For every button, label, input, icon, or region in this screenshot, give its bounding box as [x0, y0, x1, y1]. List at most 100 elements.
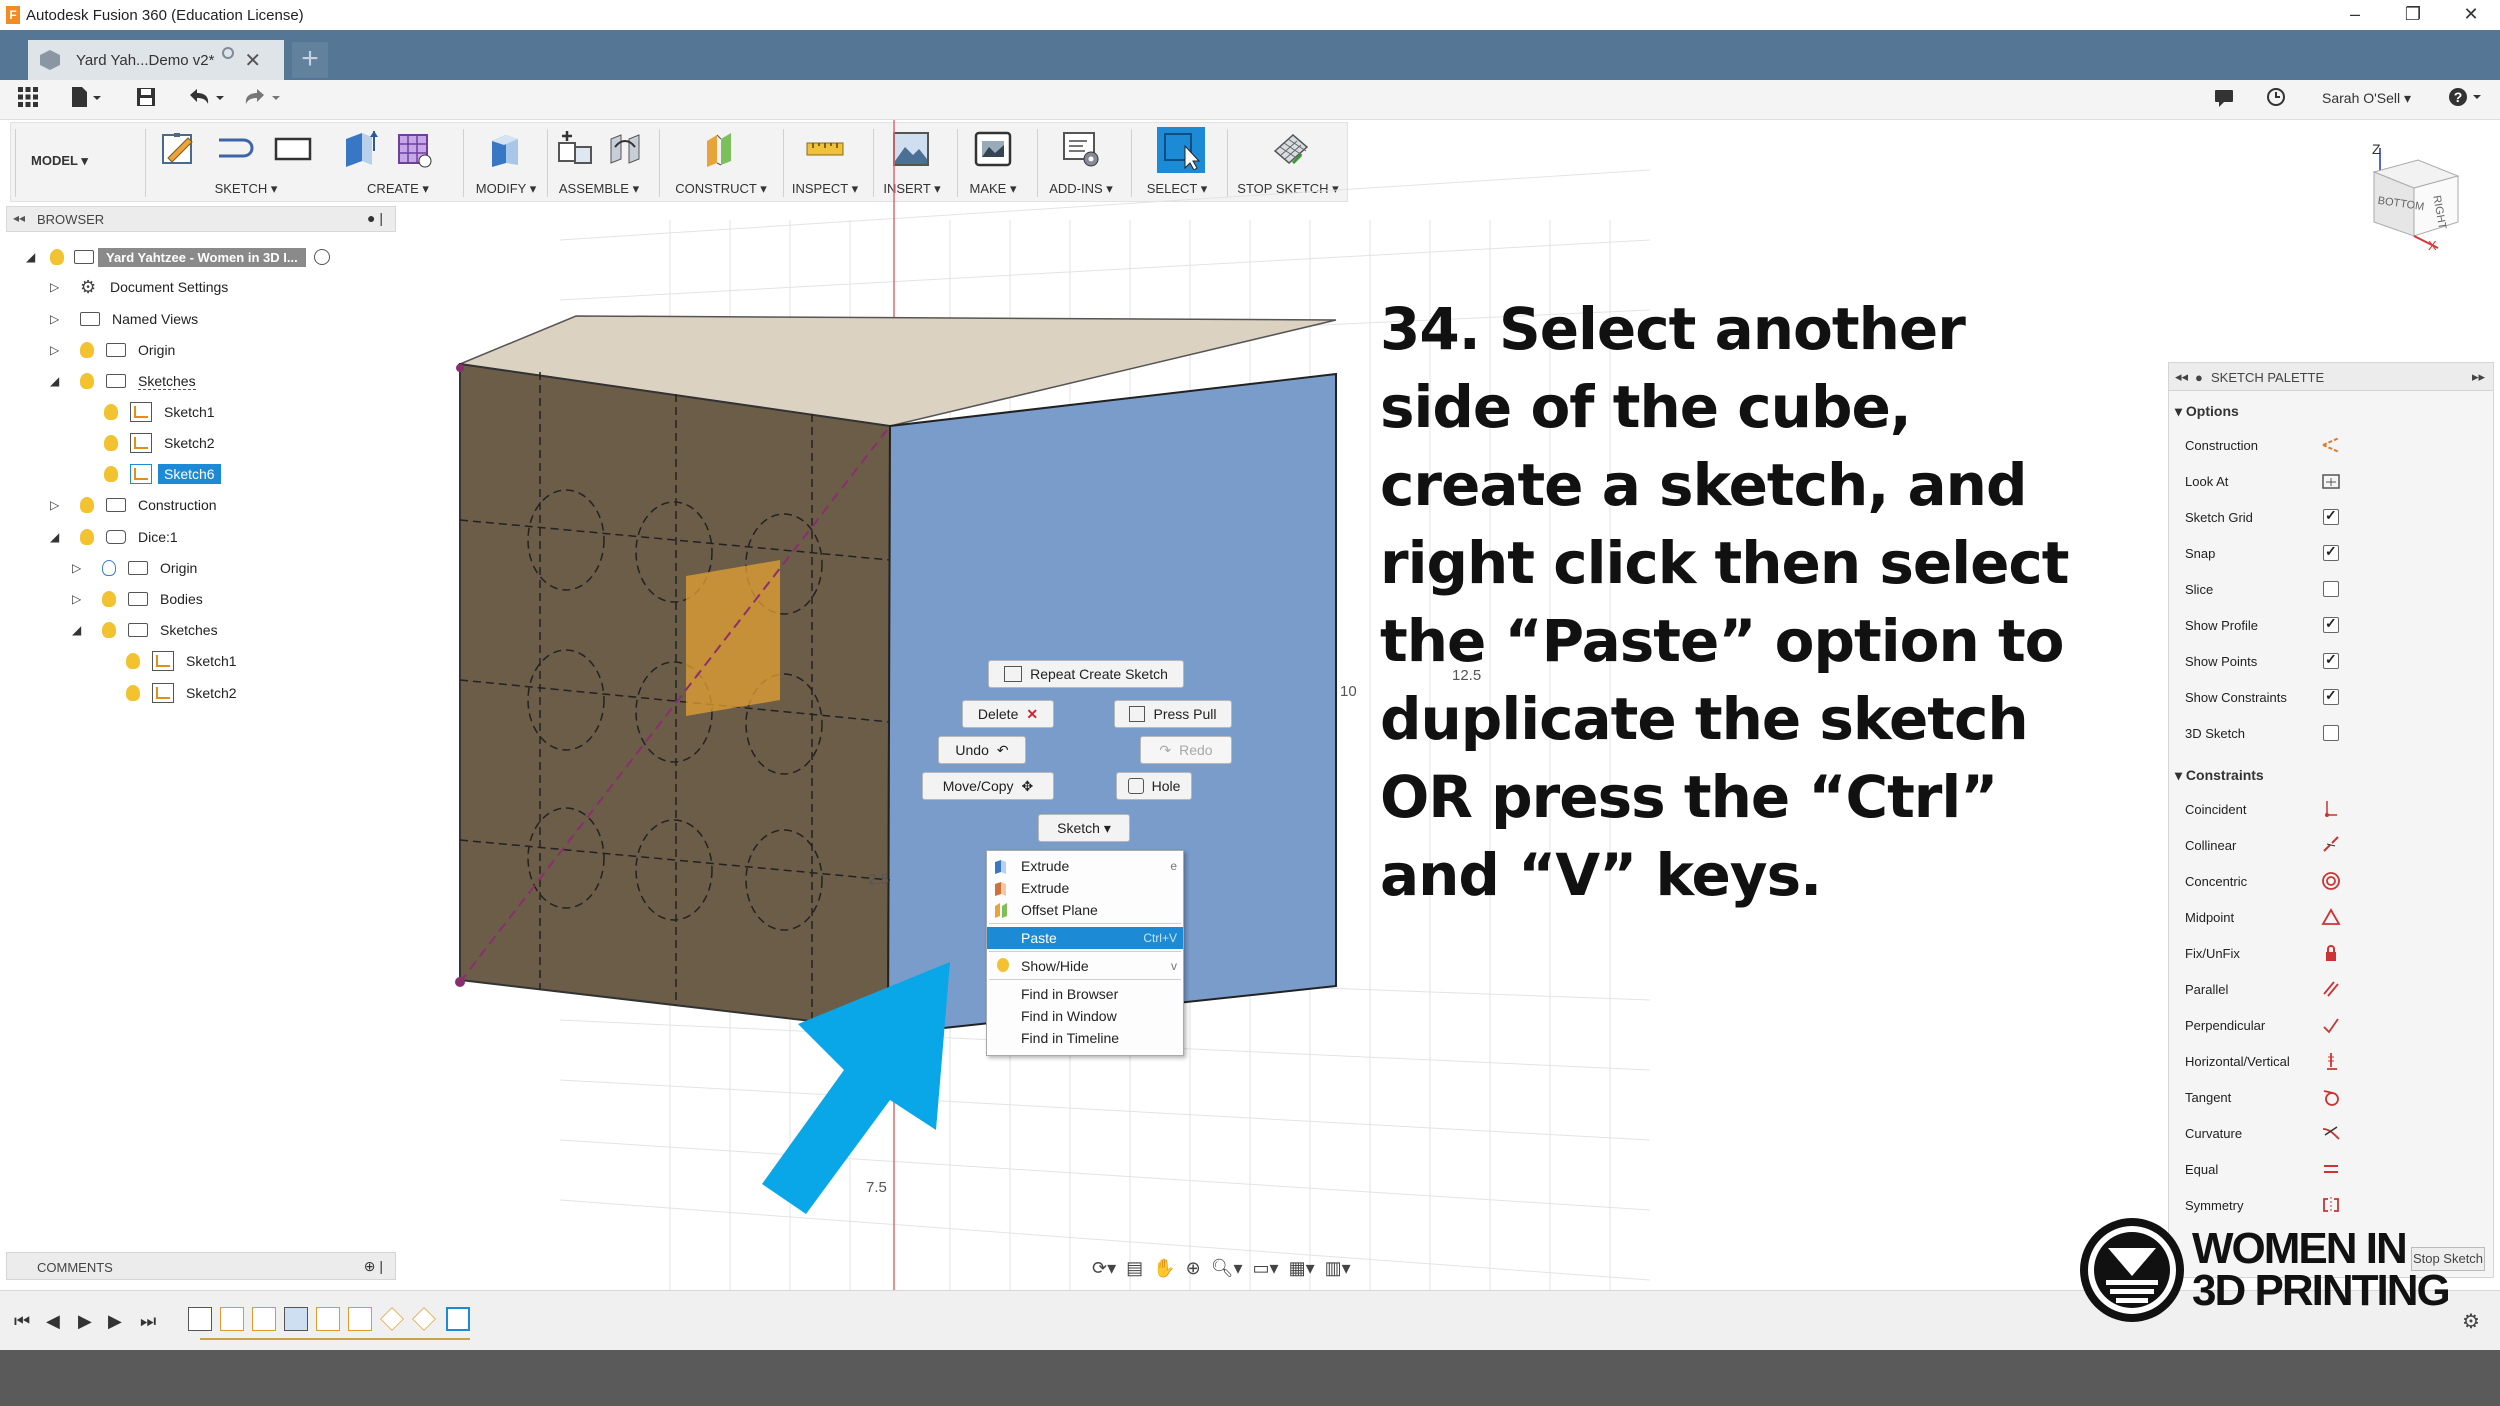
tree-root-document[interactable]: ◢ Yard Yahtzee - Women in 3D I... — [26, 244, 330, 270]
show-constraints-checkbox[interactable] — [2323, 687, 2339, 705]
redo-icon[interactable] — [240, 86, 284, 114]
file-menu-icon[interactable] — [66, 86, 106, 114]
stop-sketch-group-label[interactable]: STOP SKETCH ▾ — [1227, 181, 1349, 197]
snap-checkbox[interactable] — [2323, 543, 2339, 561]
menu-item-extrude[interactable]: Extrude e — [987, 855, 1183, 877]
offset-plane-icon[interactable] — [701, 129, 741, 169]
collapse-triangle-icon[interactable]: ▾ — [2175, 767, 2182, 783]
new-component-icon[interactable] — [555, 129, 595, 169]
notification-icon[interactable] — [2210, 86, 2238, 114]
visibility-bulb-icon[interactable] — [104, 404, 118, 420]
line-tool-icon[interactable] — [215, 129, 255, 169]
sketch-palette-header[interactable]: ◂◂ ● SKETCH PALETTE ▸▸ — [2169, 363, 2493, 391]
insert-group[interactable]: INSERT ▾ — [873, 123, 951, 203]
modify-group-label[interactable]: MODIFY ▾ — [463, 181, 549, 197]
visibility-bulb-icon[interactable] — [80, 497, 94, 513]
data-panel-grid-icon[interactable] — [14, 86, 42, 114]
tree-dice-sketch2[interactable]: Sketch2 — [110, 680, 237, 706]
tree-construction[interactable]: ▷ Construction — [50, 492, 217, 518]
look-at-nav-icon[interactable]: ▤ — [1126, 1258, 1143, 1279]
timeline-feature-plane[interactable] — [412, 1307, 436, 1331]
step-back-icon[interactable]: ◀ — [46, 1311, 60, 1332]
redo-button[interactable]: ↷ Redo — [1140, 736, 1232, 764]
assemble-group[interactable]: ASSEMBLE ▾ — [547, 123, 651, 203]
visibility-bulb-icon[interactable] — [80, 529, 94, 545]
constraint-parallel[interactable]: Parallel — [2169, 971, 2493, 1007]
visibility-bulb-icon[interactable] — [102, 591, 116, 607]
constraint-collinear[interactable]: Collinear — [2169, 827, 2493, 863]
add-comment-icon[interactable]: ⊕ | — [364, 1258, 383, 1275]
constraint-curvature[interactable]: Curvature — [2169, 1115, 2493, 1151]
repeat-create-sketch-button[interactable]: Repeat Create Sketch — [988, 660, 1184, 688]
modify-group[interactable]: MODIFY ▾ — [463, 123, 549, 203]
inspect-group-label[interactable]: INSPECT ▾ — [783, 181, 867, 197]
play-icon[interactable]: ▶ — [78, 1311, 92, 1332]
select-icon[interactable] — [1157, 127, 1205, 173]
show-profile-checkbox[interactable] — [2323, 615, 2339, 633]
viewports-icon[interactable]: ▥▾ — [1325, 1258, 1351, 1279]
move-copy-button[interactable]: Move/Copy ✥ — [922, 772, 1054, 800]
construct-group-label[interactable]: CONSTRUCT ▾ — [659, 181, 783, 197]
menu-item-find-in-window[interactable]: Find in Window — [987, 1005, 1183, 1027]
visibility-bulb-icon[interactable] — [50, 249, 64, 265]
stop-sketch-icon[interactable] — [1271, 129, 1311, 169]
tree-dice-component[interactable]: ◢ Dice:1 — [50, 524, 178, 550]
menu-item-find-in-timeline[interactable]: Find in Timeline — [987, 1027, 1183, 1049]
constraint-perpendicular[interactable]: Perpendicular — [2169, 1007, 2493, 1043]
option-look-at[interactable]: Look At — [2169, 463, 2493, 499]
rectangle-tool-icon[interactable] — [273, 129, 313, 169]
stop-sketch-group[interactable]: STOP SKETCH ▾ — [1227, 123, 1349, 203]
collapse-triangle-icon[interactable]: ▾ — [2175, 403, 2182, 419]
scripts-addins-icon[interactable] — [1061, 129, 1101, 169]
comments-panel-header[interactable]: COMMENTS ⊕ | — [6, 1252, 396, 1280]
tree-sketch1[interactable]: Sketch1 — [88, 399, 215, 425]
go-to-end-icon[interactable]: ⏭ — [140, 1311, 156, 1332]
option-snap[interactable]: Snap — [2169, 535, 2493, 571]
tree-origin[interactable]: ▷ Origin — [50, 337, 175, 363]
workspace-switcher[interactable]: MODEL ▾ — [31, 153, 88, 169]
tree-sketch6[interactable]: Sketch6 — [88, 461, 221, 487]
fit-icon[interactable]: 🔍︎▾ — [1211, 1258, 1243, 1279]
create-sketch-icon[interactable] — [159, 129, 199, 169]
joint-icon[interactable] — [605, 129, 645, 169]
menu-item-paste[interactable]: Paste Ctrl+V — [987, 927, 1183, 949]
press-pull-button[interactable]: Press Pull — [1114, 700, 1232, 728]
option-construction[interactable]: Construction — [2169, 427, 2493, 463]
3d-sketch-checkbox[interactable] — [2323, 725, 2339, 741]
tree-dice-origin[interactable]: ▷ Origin — [72, 555, 197, 581]
close-tab-button[interactable]: ✕ — [244, 48, 261, 73]
hole-button[interactable]: Hole — [1116, 772, 1192, 800]
tree-bodies[interactable]: ▷ Bodies — [72, 586, 203, 612]
job-status-clock-icon[interactable] — [2262, 86, 2290, 114]
constraint-horizontal-vertical[interactable]: Horizontal/Vertical — [2169, 1043, 2493, 1079]
undo-button[interactable]: Undo ↶ — [938, 736, 1026, 764]
option-show-constraints[interactable]: Show Constraints — [2169, 679, 2493, 715]
visibility-bulb-icon[interactable] — [80, 373, 94, 389]
tree-sketches[interactable]: ◢ Sketches — [50, 368, 196, 394]
sketch-group[interactable]: SKETCH ▾ — [151, 123, 341, 203]
show-points-checkbox[interactable] — [2323, 651, 2339, 669]
expand-triangle-icon[interactable]: ▷ — [50, 312, 64, 326]
tree-dice-sketches[interactable]: ◢ Sketches — [72, 617, 218, 643]
browser-pin-icon[interactable]: ● | — [367, 210, 383, 226]
timeline-feature-sketch[interactable] — [316, 1307, 340, 1331]
create-group-label[interactable]: CREATE ▾ — [337, 181, 459, 197]
new-tab-button[interactable]: + — [292, 42, 328, 78]
view-cube[interactable] — [2372, 148, 2460, 249]
timeline-feature-sketch[interactable] — [220, 1307, 244, 1331]
palette-pin-icon[interactable]: ● — [2195, 370, 2203, 385]
browser-panel-header[interactable]: ◂◂ BROWSER ● | — [6, 206, 396, 232]
timeline-feature-sketch[interactable] — [348, 1307, 372, 1331]
3d-print-icon[interactable] — [973, 129, 1013, 169]
collapse-triangle-icon[interactable]: ◢ — [26, 250, 40, 264]
option-3d-sketch[interactable]: 3D Sketch — [2169, 715, 2493, 751]
sketch-dropdown-button[interactable]: Sketch ▾ — [1038, 814, 1130, 842]
constraint-coincident[interactable]: Coincident — [2169, 791, 2493, 827]
restore-button[interactable]: ❐ — [2384, 0, 2442, 30]
construct-group[interactable]: CONSTRUCT ▾ — [659, 123, 783, 203]
press-pull-icon[interactable] — [485, 129, 525, 169]
visibility-bulb-icon[interactable] — [104, 466, 118, 482]
menu-item-show-hide[interactable]: Show/Hide v — [987, 955, 1183, 977]
help-icon[interactable]: ? — [2446, 86, 2486, 114]
visibility-bulb-icon[interactable] — [104, 435, 118, 451]
